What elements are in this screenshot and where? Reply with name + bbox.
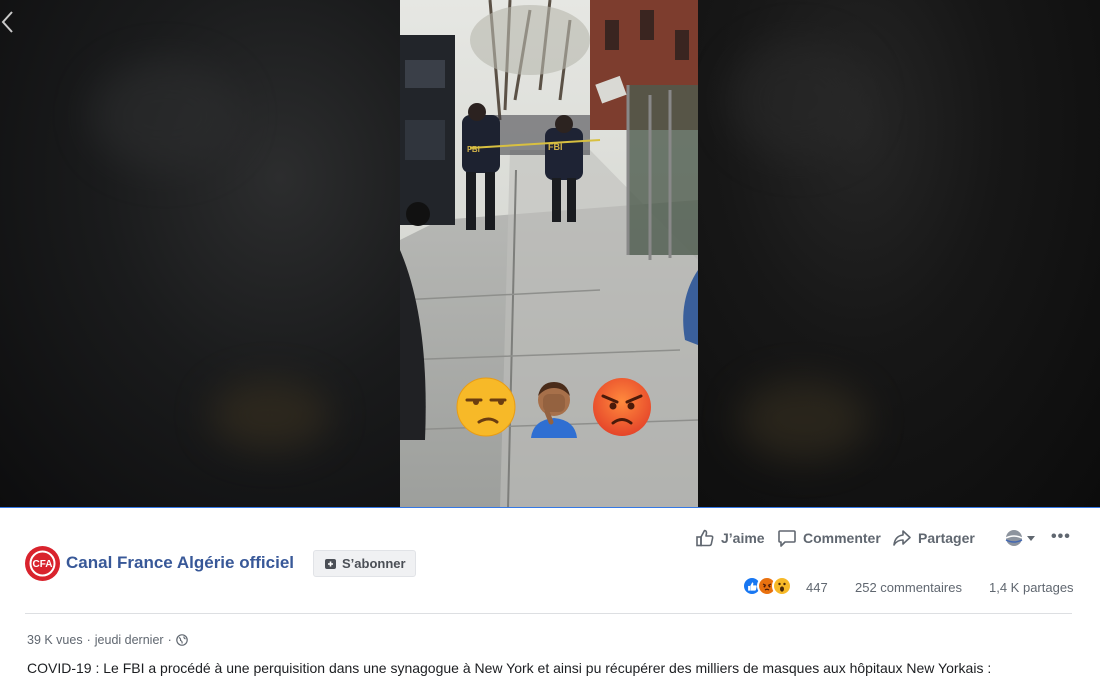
globe-icon[interactable] xyxy=(175,634,188,646)
wow-reaction-icon xyxy=(772,576,792,596)
subscribe-label: S’abonner xyxy=(342,556,406,571)
shares-count-link[interactable]: 1,4 K partages xyxy=(989,580,1074,595)
subscribe-button[interactable]: S’abonner xyxy=(313,550,416,577)
video-blur-background-left xyxy=(0,0,400,508)
share-label: Partager xyxy=(918,530,975,546)
meta-separator: · xyxy=(86,633,91,647)
page-avatar-small-icon xyxy=(1005,530,1023,546)
page-logo-icon: CFA xyxy=(25,546,60,581)
like-button[interactable]: J’aime xyxy=(695,528,765,548)
like-label: J’aime xyxy=(721,530,765,546)
angry-face-icon xyxy=(593,378,651,436)
emoji-overlay xyxy=(455,376,653,438)
video-blur-background-right xyxy=(698,0,1100,508)
view-count: 39 K vues xyxy=(27,633,83,647)
svg-text:CFA: CFA xyxy=(33,559,53,570)
unamused-face-icon xyxy=(456,377,516,437)
share-arrow-icon xyxy=(893,530,911,546)
post-meta: 39 K vues · jeudi dernier · xyxy=(27,633,188,647)
svg-text:FBI: FBI xyxy=(467,145,480,154)
video-post-viewer: FBI FBI CFA Canal France Algérie officie… xyxy=(0,0,1100,695)
post-caption: COVID-19 : Le FBI a procédé à une perqui… xyxy=(27,660,992,676)
video-progress-bar[interactable] xyxy=(0,507,1100,508)
comment-button[interactable]: Commenter xyxy=(777,528,881,548)
comment-label: Commenter xyxy=(803,530,881,546)
divider xyxy=(25,613,1072,614)
facepalm-person-icon xyxy=(531,382,577,438)
meta-separator-2: · xyxy=(167,633,172,647)
subscribe-icon xyxy=(325,559,336,569)
reaction-count[interactable]: 447 xyxy=(806,580,828,595)
comment-icon xyxy=(778,530,796,547)
thumbs-up-icon xyxy=(696,529,714,547)
caret-down-icon xyxy=(1027,536,1035,541)
post-timestamp[interactable]: jeudi dernier xyxy=(95,633,164,647)
video-player[interactable]: FBI FBI xyxy=(0,0,1100,508)
share-button[interactable]: Partager xyxy=(892,528,975,548)
back-arrow-icon[interactable] xyxy=(0,6,20,38)
audience-selector[interactable] xyxy=(1005,529,1036,547)
post-info-panel: CFA Canal France Algérie officiel S’abon… xyxy=(0,510,1100,695)
more-options-icon[interactable]: ••• xyxy=(1051,528,1071,546)
reaction-summary[interactable] xyxy=(742,576,792,596)
page-avatar[interactable]: CFA xyxy=(25,546,60,581)
page-name-link[interactable]: Canal France Algérie officiel xyxy=(66,553,294,573)
comments-count-link[interactable]: 252 commentaires xyxy=(855,580,962,595)
